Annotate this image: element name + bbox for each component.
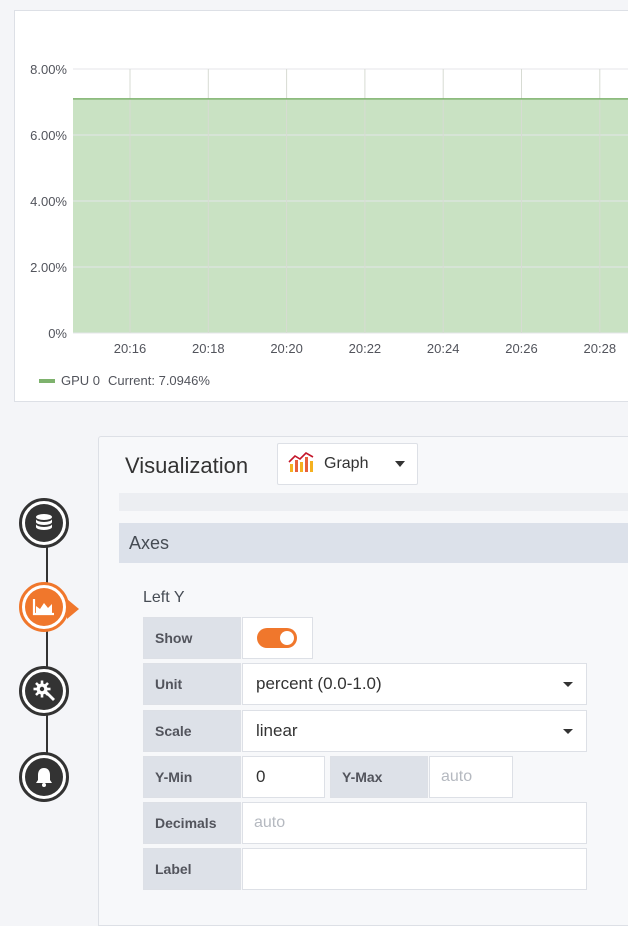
x-tick-label: 20:22 bbox=[349, 341, 382, 356]
scale-label: Scale bbox=[143, 710, 241, 752]
show-label: Show bbox=[143, 617, 241, 659]
chart-area-icon bbox=[25, 588, 63, 626]
visualization-picker[interactable]: Graph bbox=[277, 443, 418, 485]
scale-select-value: linear bbox=[256, 721, 298, 740]
alert-step-button[interactable] bbox=[19, 752, 69, 802]
x-tick-label: 20:18 bbox=[192, 341, 225, 356]
visualization-title: Visualization bbox=[125, 453, 249, 478]
y-tick-label: 2.00% bbox=[30, 260, 67, 275]
gpu-usage-chart[interactable]: 0% 2.00% 4.00% 6.00% 8.00% 20:16 20:18 20:20 20:… bbox=[15, 11, 628, 403]
queries-step-button[interactable] bbox=[19, 498, 69, 548]
panel-options-editor: Visualization Graph Axes Left Y Show Uni… bbox=[98, 436, 628, 926]
chevron-down-icon bbox=[395, 461, 405, 467]
chevron-down-icon bbox=[563, 729, 573, 734]
decimals-input[interactable]: auto bbox=[242, 802, 587, 844]
chevron-down-icon bbox=[563, 682, 573, 687]
x-tick-label: 20:20 bbox=[270, 341, 303, 356]
gear-icon bbox=[25, 672, 63, 710]
unit-select-value: percent (0.0-1.0) bbox=[256, 674, 382, 693]
database-icon bbox=[25, 504, 63, 542]
unit-label: Unit bbox=[143, 663, 241, 705]
y-tick-label: 6.00% bbox=[30, 128, 67, 143]
unit-select[interactable]: percent (0.0-1.0) bbox=[242, 663, 587, 705]
legend-current-value: Current: 7.0946% bbox=[108, 373, 210, 388]
graph-legend: GPU 0 Current: 7.0946% bbox=[39, 373, 210, 388]
general-settings-step-button[interactable] bbox=[19, 666, 69, 716]
y-min-input[interactable]: 0 bbox=[242, 756, 325, 798]
bell-icon bbox=[25, 758, 63, 796]
label-input[interactable] bbox=[242, 848, 587, 890]
legend-series-name[interactable]: GPU 0 bbox=[61, 373, 100, 388]
y-min-label: Y-Min bbox=[143, 756, 241, 798]
left-y-title: Left Y bbox=[143, 589, 185, 606]
axes-section-header[interactable]: Axes bbox=[119, 523, 628, 563]
y-tick-label: 4.00% bbox=[30, 194, 67, 209]
options-divider-strip bbox=[119, 493, 628, 511]
show-toggle-container bbox=[242, 617, 313, 659]
x-tick-label: 20:24 bbox=[427, 341, 460, 356]
y-max-input[interactable]: auto bbox=[429, 756, 513, 798]
graph-panel: 0% 2.00% 4.00% 6.00% 8.00% 20:16 20:18 20:20 20:… bbox=[14, 10, 628, 402]
legend-color-swatch[interactable] bbox=[39, 378, 55, 383]
axes-section-title: Axes bbox=[129, 532, 170, 553]
graph-panel-icon bbox=[288, 450, 314, 479]
series-area-gpu-0[interactable] bbox=[73, 98, 628, 333]
y-tick-label: 8.00% bbox=[30, 62, 67, 77]
visualization-step-button[interactable] bbox=[19, 582, 79, 632]
x-tick-label: 20:28 bbox=[584, 341, 617, 356]
x-tick-label: 20:26 bbox=[505, 341, 538, 356]
visualization-selected: Graph bbox=[324, 455, 369, 472]
scale-select[interactable]: linear bbox=[242, 710, 587, 752]
y-tick-label: 0% bbox=[48, 326, 67, 341]
x-tick-label: 20:16 bbox=[114, 341, 147, 356]
y-max-label: Y-Max bbox=[330, 756, 428, 798]
toggle-knob bbox=[280, 631, 294, 645]
decimals-label: Decimals bbox=[143, 802, 241, 844]
show-toggle[interactable] bbox=[257, 628, 297, 648]
editor-nav-rail bbox=[46, 540, 48, 780]
label-label: Label bbox=[143, 848, 241, 890]
